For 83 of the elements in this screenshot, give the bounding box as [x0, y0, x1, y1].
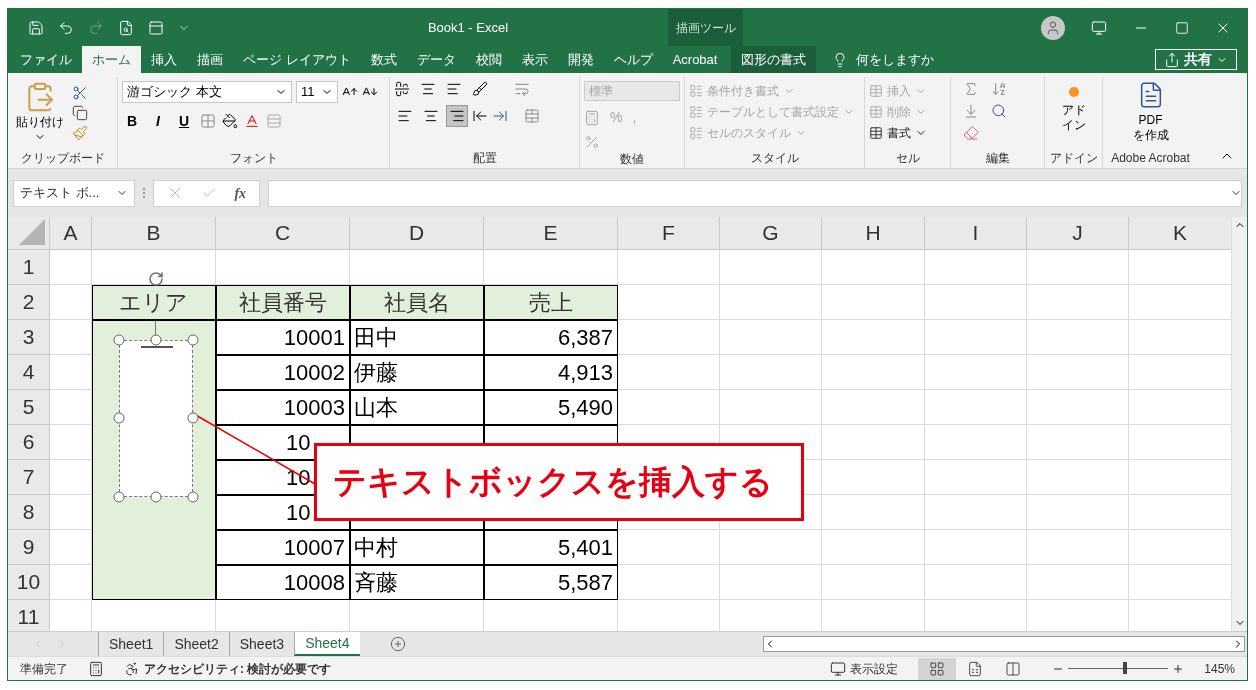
- name-box[interactable]: テキスト ボ...: [13, 179, 135, 207]
- row-header: 11: [8, 600, 50, 631]
- share-button[interactable]: 共有: [1155, 49, 1237, 70]
- column-header[interactable]: G: [720, 217, 822, 250]
- ribbon-tab[interactable]: 挿入: [141, 46, 187, 73]
- ribbon-tab[interactable]: 描画: [187, 46, 233, 73]
- table-cell: 中村: [350, 530, 484, 565]
- ribbon-tab[interactable]: Acrobat: [662, 46, 728, 73]
- window-title: Book1 - Excel: [427, 18, 509, 37]
- table-cell: 斉藤: [350, 565, 484, 600]
- row-header: 3: [8, 320, 50, 355]
- table-cell: 5,401: [484, 530, 618, 565]
- row-header: 2: [8, 285, 50, 320]
- group-label: セル: [895, 150, 920, 167]
- column-header[interactable]: D: [350, 217, 484, 250]
- row-header: 4: [8, 355, 50, 390]
- row-header: 1: [8, 250, 50, 285]
- column-header[interactable]: A: [50, 217, 92, 250]
- sheet-tab[interactable]: Sheet4: [294, 632, 360, 656]
- table-cell: 5,587: [484, 565, 618, 600]
- ribbon-tab[interactable]: ファイル: [10, 46, 82, 73]
- table-cell: 6,387: [484, 320, 618, 355]
- tell-me-search[interactable]: 何をしますか: [832, 46, 935, 73]
- table-header-cell: 社員番号: [216, 285, 350, 320]
- row-header: 10: [8, 565, 50, 600]
- column-header[interactable]: E: [484, 217, 618, 250]
- table-cell: 4,913: [484, 355, 618, 390]
- font-style-button[interactable]: B: [122, 111, 142, 131]
- row-header: 6: [8, 425, 50, 460]
- font-size-dropdown[interactable]: 11: [296, 81, 338, 103]
- group-label: 編集: [985, 150, 1010, 167]
- ribbon-tab[interactable]: 数式: [360, 46, 407, 73]
- paste-button[interactable]: 貼り付け: [12, 81, 68, 143]
- column-header[interactable]: H: [822, 217, 925, 250]
- column-header[interactable]: C: [216, 217, 350, 250]
- column-header[interactable]: I: [925, 217, 1027, 250]
- display-settings-button[interactable]: 表示設定: [830, 659, 899, 678]
- group-label: スタイル: [750, 150, 799, 167]
- status-text: 準備完了: [20, 660, 68, 678]
- group-label: アドイン: [1049, 150, 1098, 167]
- addin-button[interactable]: アド イン: [1049, 81, 1098, 133]
- table-cell: 5,490: [484, 390, 618, 425]
- table-cell: 田中: [350, 320, 484, 355]
- column-header[interactable]: B: [92, 217, 216, 250]
- ribbon-tab[interactable]: 表示: [511, 46, 558, 73]
- group-label: Adobe Acrobat: [1111, 150, 1190, 167]
- table-cell: 10001: [216, 320, 350, 355]
- row-header: 8: [8, 495, 50, 530]
- group-label: 数値: [620, 151, 644, 168]
- column-header[interactable]: K: [1129, 217, 1231, 250]
- row-header: 7: [8, 460, 50, 495]
- ribbon-tab[interactable]: ページ レイアウト: [233, 46, 361, 73]
- table-cell: 伊藤: [350, 355, 484, 390]
- table-cell: 山本: [350, 390, 484, 425]
- ribbon-tab[interactable]: データ: [406, 46, 466, 73]
- ribbon-tab[interactable]: 校閲: [465, 46, 512, 73]
- font-name-dropdown[interactable]: 游ゴシック 本文: [122, 81, 292, 103]
- accessibility-status[interactable]: アクセシビリティ: 検討が必要です: [144, 659, 332, 678]
- font-style-button[interactable]: I: [148, 111, 168, 131]
- ribbon-tab[interactable]: 開発: [557, 46, 604, 73]
- column-header[interactable]: F: [618, 217, 720, 250]
- table-header-cell: 売上: [484, 285, 618, 320]
- ribbon-tab[interactable]: ヘルプ: [603, 46, 663, 73]
- ribbon-tab[interactable]: 図形の書式: [731, 46, 817, 73]
- column-header[interactable]: J: [1027, 217, 1129, 250]
- cells-menu-button[interactable]: 書式: [869, 123, 927, 142]
- group-label: 配置: [472, 150, 497, 167]
- table-cell: 10002: [216, 355, 350, 390]
- table-cell: 10007: [216, 530, 350, 565]
- row-header: 9: [8, 530, 50, 565]
- group-label: フォント: [229, 150, 278, 167]
- table-cell: 10008: [216, 565, 350, 600]
- font-style-button[interactable]: U: [174, 111, 194, 131]
- create-pdf-button[interactable]: PDF を作成: [1107, 81, 1194, 143]
- row-header: 5: [8, 390, 50, 425]
- group-label: クリップボード: [20, 150, 105, 167]
- ribbon-tab[interactable]: ホーム: [82, 46, 141, 73]
- table-cell: 10003: [216, 390, 350, 425]
- context-tab-label: 描画ツール: [675, 19, 736, 37]
- insert-function-button[interactable]: fx: [234, 182, 247, 204]
- table-header-cell: 社員名: [350, 285, 484, 320]
- zoom-level[interactable]: 145%: [1204, 659, 1235, 678]
- table-header-cell: エリア: [92, 285, 216, 320]
